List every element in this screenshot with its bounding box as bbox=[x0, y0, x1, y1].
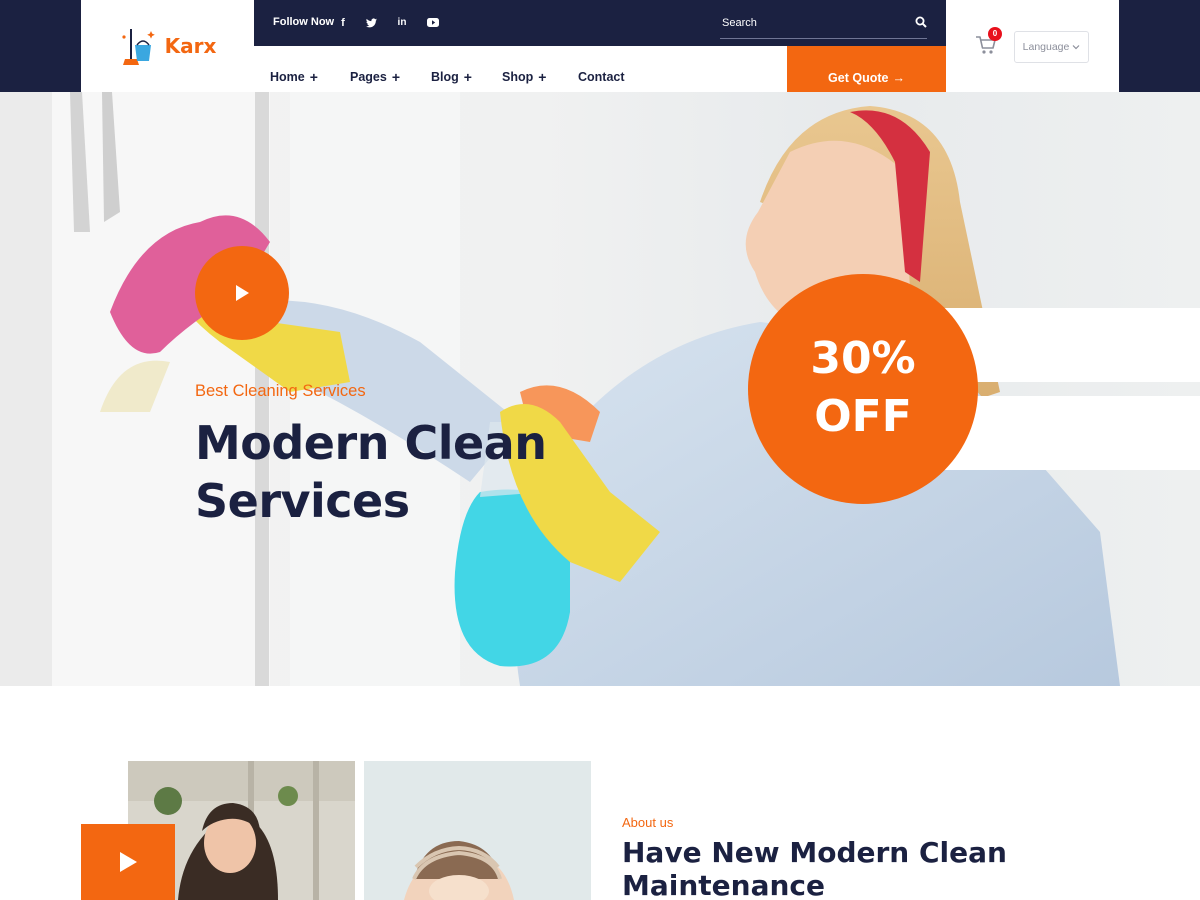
chevron-down-icon bbox=[1072, 45, 1080, 50]
about-section: About us Have New Modern Clean Maintenan… bbox=[0, 686, 1200, 900]
brand-name: Karx bbox=[164, 34, 217, 58]
cart-count-badge: 0 bbox=[988, 27, 1002, 41]
nav-item-blog[interactable]: Blog + bbox=[431, 70, 472, 84]
nav-item-shop[interactable]: Shop + bbox=[502, 70, 546, 84]
play-icon bbox=[236, 285, 249, 301]
search-icon[interactable] bbox=[915, 15, 927, 33]
hero-section: Best Cleaning Services Modern Clean Serv… bbox=[0, 92, 1200, 686]
language-select[interactable]: Language bbox=[1014, 31, 1089, 63]
play-video-button[interactable] bbox=[195, 246, 289, 340]
discount-off: OFF bbox=[814, 391, 912, 442]
twitter-icon[interactable] bbox=[362, 14, 380, 32]
nav-label: Contact bbox=[578, 70, 625, 84]
nav-item-contact[interactable]: Contact bbox=[578, 70, 625, 84]
logo[interactable]: Karx bbox=[81, 0, 254, 92]
hero-title: Modern Clean Services bbox=[195, 416, 547, 528]
decor-stripe bbox=[940, 396, 1200, 470]
plus-icon: + bbox=[463, 69, 472, 85]
search-box bbox=[720, 12, 927, 39]
decor-stripe bbox=[940, 308, 1200, 382]
follow-label: Follow Now bbox=[273, 16, 335, 28]
nav-item-pages[interactable]: Pages + bbox=[350, 70, 400, 84]
top-bar: Follow Now f in bbox=[254, 0, 946, 46]
discount-badge: 30% OFF bbox=[748, 274, 978, 504]
arrow-right-icon: → bbox=[892, 70, 905, 85]
linkedin-icon[interactable]: in bbox=[393, 14, 411, 32]
nav-label: Blog bbox=[431, 70, 459, 84]
nav-item-home[interactable]: Home + bbox=[270, 70, 318, 84]
get-quote-label: Get Quote bbox=[828, 70, 889, 85]
about-image-2 bbox=[364, 761, 591, 900]
about-subtitle: About us bbox=[622, 815, 674, 830]
plus-icon: + bbox=[391, 69, 401, 85]
plus-icon: + bbox=[309, 69, 318, 85]
utility-box: 0 Language bbox=[946, 0, 1119, 92]
about-title: Have New Modern Clean Maintenance bbox=[622, 836, 1007, 900]
plus-icon: + bbox=[538, 69, 547, 85]
nav-label: Shop bbox=[502, 70, 534, 84]
hero-subtitle: Best Cleaning Services bbox=[195, 382, 366, 400]
search-input[interactable] bbox=[720, 12, 900, 34]
hero-background-image bbox=[0, 92, 1120, 686]
nav-label: Home bbox=[270, 70, 305, 84]
facebook-icon[interactable]: f bbox=[334, 14, 352, 32]
discount-percent: 30% bbox=[810, 333, 916, 384]
language-label: Language bbox=[1022, 41, 1070, 53]
play-icon bbox=[120, 852, 137, 872]
nav-label: Pages bbox=[350, 70, 387, 84]
about-play-button[interactable] bbox=[81, 824, 175, 900]
broom-bucket-icon bbox=[119, 25, 157, 67]
youtube-icon[interactable] bbox=[424, 14, 442, 32]
